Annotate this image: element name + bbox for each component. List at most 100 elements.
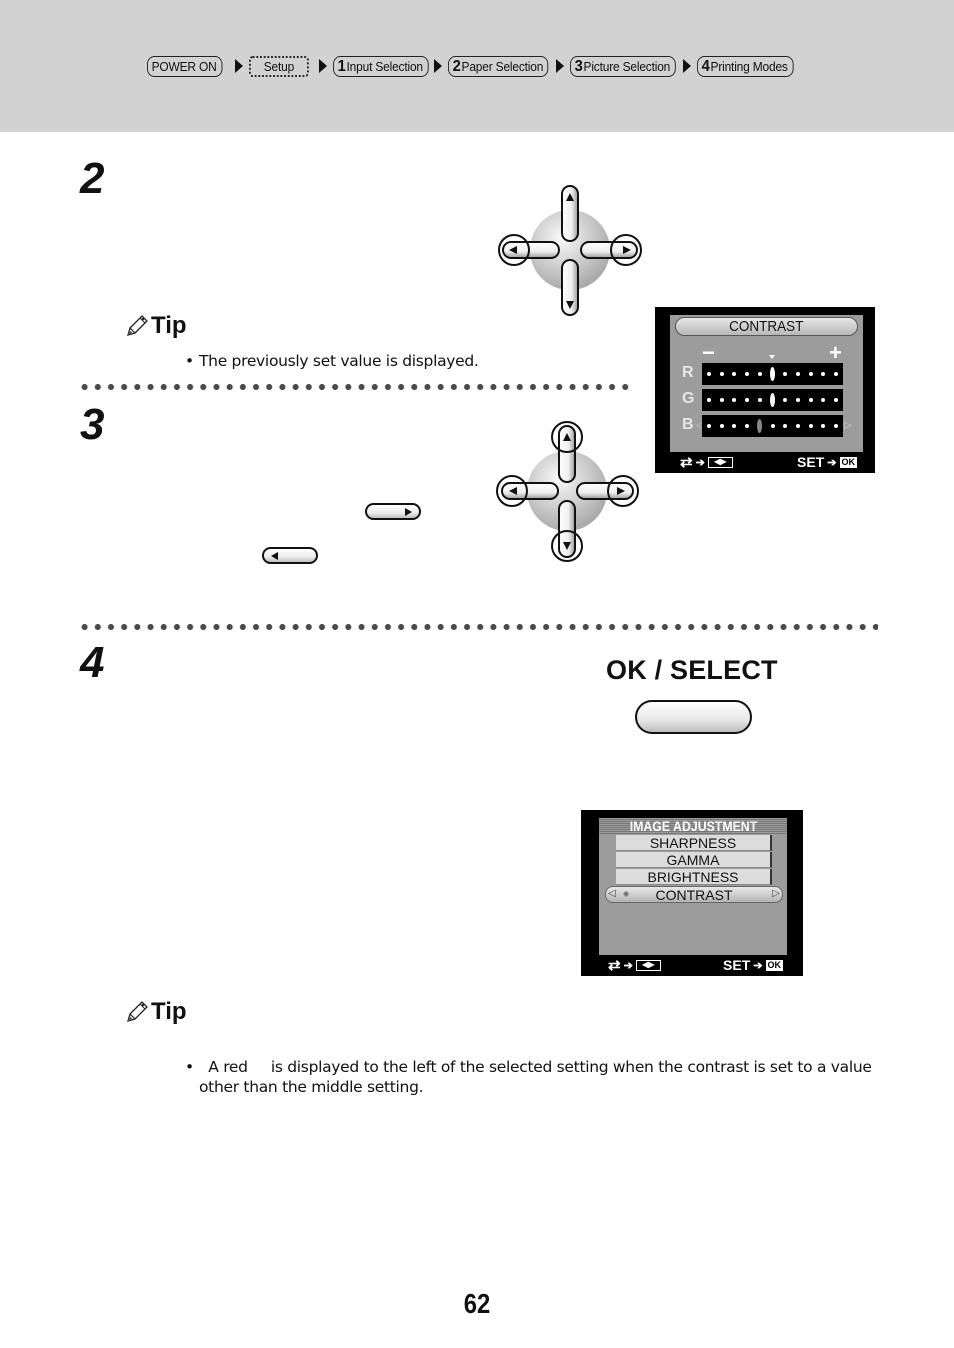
menu-item-label: BRIGHTNESS (647, 869, 739, 885)
toggle-icon: ⇄ (680, 454, 693, 471)
menu-item-label: SHARPNESS (649, 835, 737, 851)
slider-step-dot (834, 398, 838, 402)
menu-item-label: CONTRAST (655, 887, 733, 903)
slider-step-dot (783, 398, 788, 402)
arrow-right-icon: ➔ (695, 456, 705, 469)
slider-step-dot (719, 398, 724, 402)
menu-item-label: GAMMA (666, 852, 720, 868)
scroll-right-icon: ▷ (844, 420, 852, 431)
bullet: • (185, 1058, 194, 1076)
image-adjustment-title: IMAGE ADJUSTMENT (629, 818, 757, 834)
slider-step-dot (707, 424, 711, 428)
slider-step-dot (745, 424, 750, 428)
slider-step-dot (834, 372, 838, 376)
ok-select-label: OK / SELECT (606, 655, 778, 685)
set-label: SET (797, 454, 825, 470)
contrast-slider-r[interactable] (702, 363, 843, 385)
breadcrumb-label: Input Selection (346, 58, 423, 74)
center-marker-icon (769, 355, 775, 359)
step-number-4: 4 (80, 638, 105, 687)
arrow-right-icon: ➔ (753, 959, 763, 972)
right-button-icon (365, 503, 421, 520)
slider-step-dot (719, 424, 724, 428)
slider-step-dot (783, 372, 788, 376)
slider-step-dot (808, 398, 813, 402)
slider-step-dot (745, 398, 750, 402)
slider-step-dot (732, 372, 737, 376)
left-arrow-icon (271, 552, 278, 560)
slider-step-dot (770, 424, 775, 428)
image-adjustment-title-bar: IMAGE ADJUSTMENT (599, 818, 787, 834)
contrast-footer: ⇄ ➔ ◀▶ SET ➔ OK (655, 452, 875, 472)
left-right-keys-icon: ◀▶ (707, 456, 733, 468)
pencil-icon (127, 1001, 148, 1022)
slider-step-dot (783, 424, 788, 428)
slider-step-dot (707, 398, 711, 402)
breadcrumb-label: Paper Selection (461, 58, 544, 74)
slider-value-marker-icon (757, 419, 763, 433)
slider-step-dot (745, 372, 750, 376)
step-divider (78, 384, 632, 390)
slider-step-dot (821, 398, 826, 402)
tip-heading: Tip (125, 998, 187, 1026)
breadcrumb: POWER ON Setup 1 Input Selection 2 Paper S… (147, 55, 801, 77)
breadcrumb-step-number: 2 (452, 57, 461, 75)
breadcrumb-arrow-icon (555, 59, 564, 73)
breadcrumb-label: Picture Selection (583, 58, 670, 74)
tip-body: A red is displayed to the left of the se… (199, 1058, 877, 1096)
nav-hint: ⇄ ➔ ◀▶ (608, 956, 661, 974)
tip-text: • The previously set value is displayed. (185, 351, 619, 371)
step-number-2: 2 (80, 154, 105, 203)
bullet: • (185, 352, 194, 370)
slider-step-dot (719, 372, 724, 376)
arrow-right-icon: ➔ (827, 456, 837, 469)
breadcrumb-label: Setup (263, 58, 294, 74)
right-arrow-icon (405, 508, 412, 516)
breadcrumb-step-number: 3 (574, 57, 583, 75)
page-header-band: POWER ON Setup 1 Input Selection 2 Paper S… (0, 0, 954, 132)
breadcrumb-arrow-icon (234, 59, 243, 73)
breadcrumb-arrow-icon (682, 59, 691, 73)
slider-step-dot (795, 424, 800, 428)
slider-step-dot (808, 424, 813, 428)
breadcrumb-paper-selection: 2 Paper Selection (448, 55, 550, 77)
menu-item-sharpness[interactable]: SHARPNESS (616, 835, 772, 851)
contrast-slider-g[interactable] (702, 389, 843, 411)
pencil-icon (127, 315, 148, 336)
channel-label: B (682, 416, 694, 433)
contrast-title: CONTRAST (729, 318, 804, 335)
breadcrumb-step-number: 4 (701, 57, 710, 75)
breadcrumb-picture-selection: 3 Picture Selection (569, 55, 676, 77)
slider-step-dot (808, 372, 813, 376)
contrast-slider-b[interactable] (702, 415, 843, 437)
breadcrumb-input-selection: 1 Input Selection (332, 55, 429, 77)
dpad-left-right-highlight-icon (498, 185, 642, 316)
slider-step-dot (821, 424, 826, 428)
breadcrumb-power-on: POWER ON (147, 55, 223, 77)
ok-select-button-icon (635, 700, 752, 734)
contrast-title-bar: CONTRAST (675, 317, 858, 336)
breadcrumb-arrow-icon (318, 59, 327, 73)
menu-item-brightness[interactable]: BRIGHTNESS (616, 869, 772, 885)
dpad-all-highlight-icon (496, 421, 639, 562)
menu-item-gamma[interactable]: GAMMA (616, 852, 772, 868)
set-label: SET (723, 957, 751, 973)
set-hint: SET ➔ OK (797, 454, 857, 470)
breadcrumb-setup-current: Setup (248, 55, 309, 77)
image-adjustment-screen: IMAGE ADJUSTMENT SHARPNESS GAMMA BRIGHTNES… (581, 810, 803, 976)
step-number-3: 3 (80, 400, 105, 449)
slider-step-dot (707, 372, 711, 376)
image-adjustment-footer: ⇄ ➔ ◀▶ SET ➔ OK (581, 955, 803, 975)
nav-hint: ⇄ ➔ ◀▶ (680, 453, 733, 471)
slider-step-dot (821, 372, 826, 376)
channel-label: G (682, 390, 695, 407)
page-number: 62 (463, 1288, 491, 1319)
left-right-keys-icon: ◀▶ (635, 959, 661, 971)
breadcrumb-arrow-icon (434, 59, 443, 73)
slider-step-dot (732, 424, 737, 428)
arrow-right-icon: ➔ (623, 959, 633, 972)
breadcrumb-label: Printing Modes (710, 58, 788, 74)
tip-title: Tip (151, 998, 187, 1025)
set-hint: SET ➔ OK (723, 957, 783, 973)
menu-item-contrast[interactable]: ◁ ▷ ◆ CONTRAST (605, 886, 783, 903)
